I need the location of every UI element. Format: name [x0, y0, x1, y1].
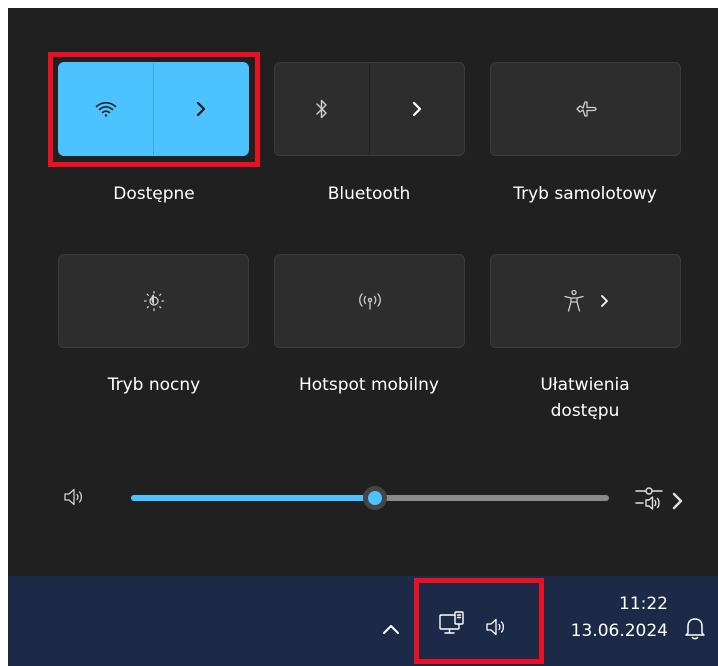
chevron-right-icon: [195, 100, 207, 118]
volume-slider-thumb[interactable]: [362, 486, 387, 510]
taskbar: 11:22 13.06.2024: [8, 576, 718, 666]
accessibility-icon: [563, 289, 585, 313]
chevron-right-icon: [599, 293, 609, 309]
night-light-label: Tryb nocny: [107, 375, 201, 395]
accessibility-label-line1: Ułatwienia: [540, 375, 630, 395]
wifi-expand-button[interactable]: [152, 63, 249, 155]
chevron-up-icon[interactable]: [382, 620, 400, 639]
clock-date: 13.06.2024: [570, 621, 668, 641]
network-icon[interactable]: [438, 610, 466, 642]
bluetooth-tile[interactable]: [274, 62, 465, 156]
mobile-hotspot-label: Hotspot mobilny: [298, 375, 439, 395]
clock[interactable]: 11:22 13.06.2024: [548, 591, 668, 645]
bluetooth-label: Bluetooth: [327, 184, 411, 204]
night-light-tile[interactable]: [58, 254, 249, 348]
accessibility-label-line2: dostępu: [550, 401, 620, 421]
hotspot-icon: [357, 291, 383, 311]
wifi-icon: [95, 100, 117, 118]
mobile-hotspot-tile[interactable]: [274, 254, 465, 348]
volume-slider-fill: [131, 495, 375, 501]
audio-output-button[interactable]: [634, 484, 686, 516]
bluetooth-icon: [315, 98, 329, 120]
airplane-mode-label: Tryb samolotowy: [513, 184, 657, 204]
airplane-icon: [575, 100, 597, 118]
accessibility-tile[interactable]: [490, 254, 681, 348]
wifi-label: Dostępne: [113, 184, 195, 204]
brightness-icon: [143, 290, 165, 312]
airplane-mode-tile[interactable]: [490, 62, 681, 156]
speaker-icon[interactable]: [485, 617, 509, 641]
audio-output-icon: [634, 487, 686, 516]
speaker-icon[interactable]: [63, 487, 85, 511]
chevron-right-icon: [411, 100, 423, 118]
accessibility-label: Ułatwienia dostępu: [470, 372, 700, 424]
bell-icon[interactable]: [684, 616, 706, 644]
clock-time: 11:22: [619, 594, 668, 614]
volume-slider[interactable]: [131, 486, 609, 510]
bluetooth-expand-button[interactable]: [368, 63, 465, 155]
wifi-toggle-button[interactable]: [59, 63, 154, 155]
wifi-tile[interactable]: [58, 62, 249, 156]
bluetooth-toggle-button[interactable]: [275, 63, 370, 155]
